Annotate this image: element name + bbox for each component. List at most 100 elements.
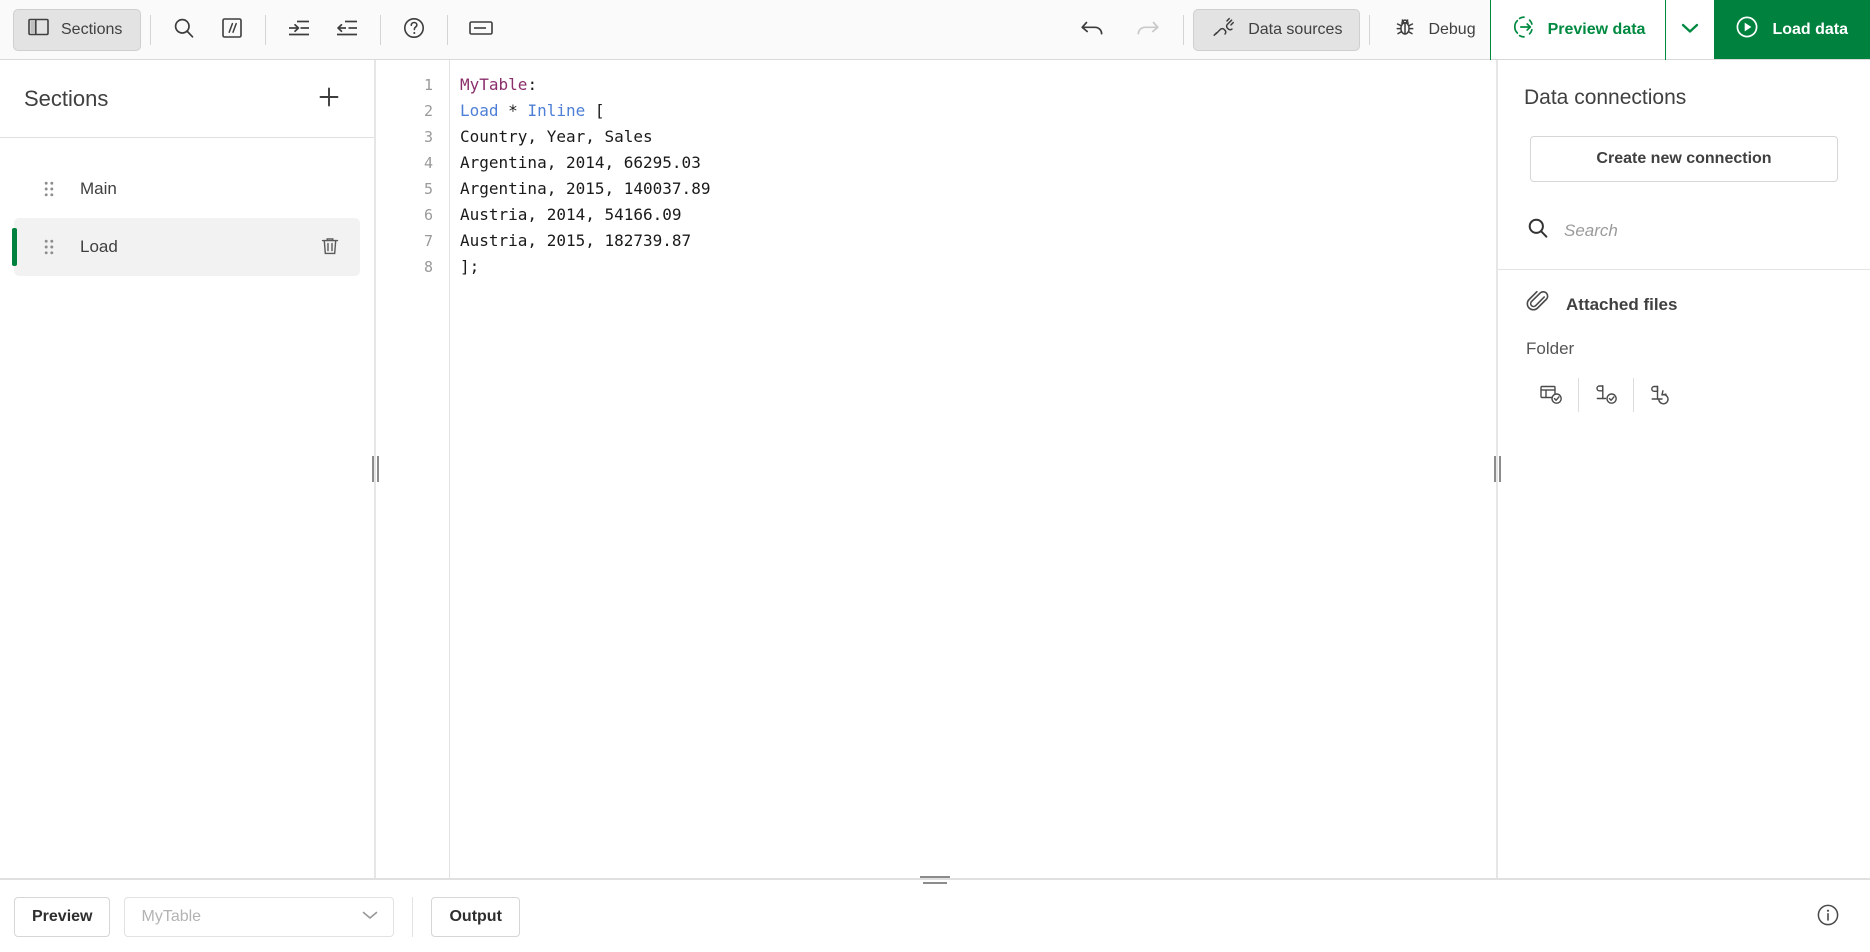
- search-icon: [172, 16, 196, 43]
- code-line: Austria, 2014, 54166.09: [460, 202, 1496, 228]
- delete-section-button[interactable]: [312, 229, 348, 265]
- chevron-down-icon: [361, 908, 379, 926]
- debug-button[interactable]: Debug: [1379, 9, 1489, 51]
- token-keyword-inline: Inline: [527, 101, 585, 120]
- search-input[interactable]: [1564, 221, 1794, 241]
- script-check-button[interactable]: [1579, 375, 1633, 415]
- bottom-bar-divider: [412, 897, 413, 937]
- sidebar-splitter[interactable]: [374, 60, 376, 878]
- editor-code-area[interactable]: MyTable: Load * Inline [ Country, Year, …: [450, 60, 1496, 878]
- text-wrap-button[interactable]: [457, 8, 505, 52]
- line-number: 1: [376, 72, 449, 98]
- preview-tab-button[interactable]: Preview: [14, 897, 110, 937]
- script-load-icon: [1648, 382, 1674, 409]
- indent-decrease-button[interactable]: [323, 8, 371, 52]
- toolbar-divider: [1369, 15, 1370, 45]
- drag-handle-icon[interactable]: [40, 179, 58, 199]
- script-editor[interactable]: 1 2 3 4 5 6 7 8 MyTable: Load * Inline […: [376, 60, 1496, 878]
- script-check-icon: [1593, 382, 1619, 409]
- indent-decrease-icon: [334, 17, 360, 42]
- data-sources-button[interactable]: Data sources: [1193, 9, 1360, 51]
- sections-toggle-button[interactable]: Sections: [13, 9, 141, 51]
- splitter-handle-icon[interactable]: [1491, 456, 1503, 482]
- token-colon: :: [527, 75, 537, 94]
- play-circle-icon: [1734, 14, 1760, 45]
- code-line: Argentina, 2015, 140037.89: [460, 176, 1496, 202]
- editor-gutter: 1 2 3 4 5 6 7 8: [376, 60, 450, 878]
- sections-sidebar: Sections Main: [0, 60, 374, 878]
- token-table-name: MyTable: [460, 75, 527, 94]
- data-sources-label: Data sources: [1248, 21, 1342, 39]
- line-number: 5: [376, 176, 449, 202]
- preview-data-dropdown-button[interactable]: [1666, 0, 1714, 59]
- top-toolbar: Sections: [0, 0, 1870, 60]
- output-tab-button[interactable]: Output: [431, 897, 519, 937]
- toolbar-divider: [447, 15, 448, 45]
- code-line: Load * Inline [: [460, 98, 1496, 124]
- bug-icon: [1393, 15, 1417, 44]
- add-section-button[interactable]: [310, 80, 348, 118]
- debug-label: Debug: [1428, 21, 1475, 39]
- indent-increase-button[interactable]: [275, 8, 323, 52]
- trash-icon: [319, 235, 341, 260]
- preview-data-button[interactable]: Preview data: [1491, 0, 1666, 59]
- toolbar-divider: [265, 15, 266, 45]
- toolbar-left-group: Sections: [0, 0, 505, 59]
- drag-handle-icon[interactable]: [40, 237, 58, 257]
- redo-icon: [1133, 16, 1161, 43]
- code-line: ];: [460, 254, 1496, 280]
- table-select-value: MyTable: [141, 908, 201, 926]
- sidebar-item-load[interactable]: Load: [14, 218, 360, 276]
- line-number: 3: [376, 124, 449, 150]
- paperclip-icon: [1526, 290, 1550, 319]
- code-line: MyTable:: [460, 72, 1496, 98]
- load-data-label: Load data: [1772, 21, 1848, 39]
- splitter-handle-icon[interactable]: [920, 874, 950, 886]
- right-panel-splitter[interactable]: [1496, 60, 1498, 878]
- data-connections-panel: Data connections Create new connection A…: [1498, 60, 1870, 878]
- gear-arrow-icon: [1511, 15, 1537, 44]
- data-connections-title: Data connections: [1498, 60, 1870, 110]
- redo-button[interactable]: [1120, 8, 1174, 52]
- plus-icon: [317, 85, 341, 112]
- table-check-icon: [1538, 382, 1564, 409]
- line-number: 4: [376, 150, 449, 176]
- connections-search[interactable]: [1498, 182, 1870, 245]
- folder-label: Folder: [1498, 319, 1870, 359]
- toolbar-spacer: [505, 0, 1066, 59]
- text-wrap-icon: [468, 18, 494, 41]
- line-number: 8: [376, 254, 449, 280]
- search-icon: [1526, 216, 1550, 245]
- undo-button[interactable]: [1066, 8, 1120, 52]
- attached-files-header[interactable]: Attached files: [1498, 270, 1870, 319]
- undo-icon: [1079, 16, 1107, 43]
- search-button[interactable]: [160, 8, 208, 52]
- folder-action-buttons: [1498, 359, 1870, 415]
- help-button[interactable]: [390, 8, 438, 52]
- panel-left-icon: [28, 18, 49, 41]
- main-body: Sections Main: [0, 60, 1870, 878]
- code-line: Austria, 2015, 182739.87: [460, 228, 1496, 254]
- load-data-button[interactable]: Load data: [1714, 0, 1870, 59]
- info-button[interactable]: [1808, 897, 1848, 937]
- create-new-connection-button[interactable]: Create new connection: [1530, 136, 1838, 182]
- toolbar-right-group: Data sources Debug Preview data: [1066, 0, 1870, 59]
- line-number: 2: [376, 98, 449, 124]
- help-circle-icon: [402, 16, 426, 43]
- toggle-comment-button[interactable]: [208, 8, 256, 52]
- table-check-button[interactable]: [1524, 375, 1578, 415]
- code-line: Country, Year, Sales: [460, 124, 1496, 150]
- plug-icon: [1211, 16, 1237, 43]
- sections-toggle-label: Sections: [61, 21, 122, 39]
- indent-increase-icon: [286, 17, 312, 42]
- output-splitter[interactable]: [0, 878, 1870, 880]
- attached-files-label: Attached files: [1566, 295, 1677, 315]
- script-load-button[interactable]: [1634, 375, 1688, 415]
- comment-slashes-icon: [221, 17, 243, 42]
- splitter-handle-icon[interactable]: [369, 456, 381, 482]
- token-keyword-load: Load: [460, 101, 499, 120]
- sidebar-item-main[interactable]: Main: [14, 160, 360, 218]
- info-circle-icon: [1815, 902, 1841, 931]
- table-select[interactable]: MyTable: [124, 897, 394, 937]
- bottom-bar: Preview MyTable Output: [0, 880, 1870, 952]
